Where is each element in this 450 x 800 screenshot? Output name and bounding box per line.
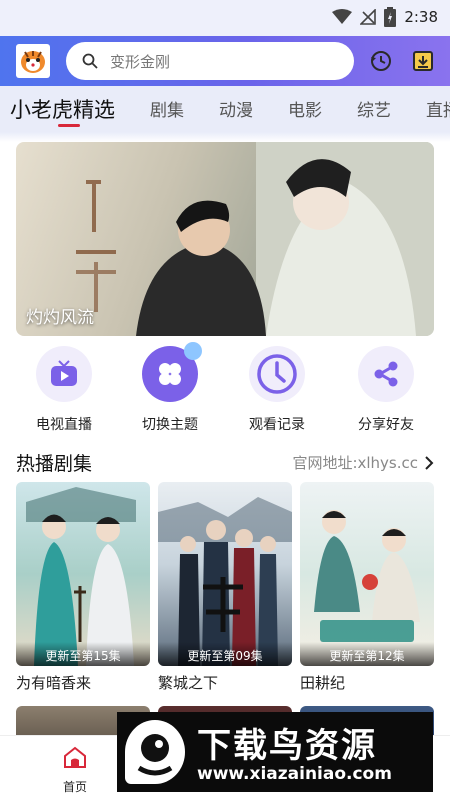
nav-home[interactable]: 首页: [50, 746, 100, 795]
tabs-fade: [0, 132, 450, 142]
battery-icon: [384, 7, 397, 27]
theme-badge-dot: [184, 342, 202, 360]
quick-action-tv-live[interactable]: 电视直播: [14, 346, 114, 434]
watermark-title: 下载鸟资源: [197, 726, 377, 766]
watermark-overlay: 下载鸟资源 www.xiazainiao.com: [117, 712, 433, 792]
tab-movies[interactable]: 电影: [288, 96, 322, 121]
banner-carousel[interactable]: 灼灼风流: [16, 142, 434, 336]
theme-clover-icon: [142, 342, 202, 402]
official-site-text: 官网地址:xlhys.cc: [292, 454, 418, 472]
tiger-logo-icon[interactable]: [16, 44, 50, 78]
poster-image: 更新至第09集: [158, 482, 292, 666]
drama-title: 为有暗香来: [16, 674, 92, 692]
no-signal-icon: [360, 9, 377, 25]
drama-card[interactable]: 更新至第09集 繁城之下: [158, 482, 292, 693]
chevron-right-icon: [425, 455, 434, 470]
watermark-url: www.xiazainiao.com: [197, 764, 392, 784]
active-tab-indicator: [58, 124, 80, 127]
drama-title: 繁城之下: [158, 674, 219, 692]
status-time: 2:38: [404, 8, 438, 26]
search-placeholder: 变形金刚: [110, 52, 171, 71]
tab-variety[interactable]: 综艺: [357, 96, 391, 121]
quick-action-label: 电视直播: [36, 417, 92, 433]
banner-caption: 灼灼风流: [26, 308, 94, 328]
episode-badge: 更新至第15集: [16, 642, 150, 666]
drama-title: 田耕纪: [300, 674, 346, 692]
status-bar: 2:38: [0, 0, 450, 36]
tab-live[interactable]: 直播: [426, 96, 450, 121]
bird-logo-icon: [125, 720, 185, 784]
quick-action-label: 分享好友: [358, 417, 414, 433]
nav-home-label: 首页: [62, 780, 87, 794]
status-icons: 2:38: [332, 6, 438, 28]
download-icon[interactable]: [410, 48, 436, 74]
poster-image: 更新至第12集: [300, 482, 434, 666]
search-input[interactable]: 变形金刚: [66, 42, 354, 80]
tab-anime[interactable]: 动漫: [219, 96, 253, 121]
clock-icon: [249, 346, 305, 402]
category-tabs: 小老虎精选 剧集 动漫 电影 综艺 直播: [0, 86, 450, 132]
quick-action-history[interactable]: 观看记录: [227, 346, 327, 434]
drama-card[interactable]: 更新至第12集 田耕纪: [300, 482, 434, 693]
poster-image: 更新至第15集: [16, 482, 150, 666]
wifi-icon: [332, 9, 353, 24]
official-site-link[interactable]: 官网地址:xlhys.cc: [292, 452, 434, 473]
quick-action-switch-theme[interactable]: 切换主题: [120, 342, 220, 434]
search-icon: [82, 53, 98, 69]
episode-badge: 更新至第09集: [158, 642, 292, 666]
tab-featured[interactable]: 小老虎精选: [10, 94, 115, 124]
history-clock-icon[interactable]: [368, 48, 394, 74]
quick-action-label: 观看记录: [249, 417, 305, 433]
episode-badge: 更新至第12集: [300, 642, 434, 666]
quick-action-label: 切换主题: [142, 417, 198, 433]
app-header: 变形金刚: [0, 36, 450, 86]
quick-action-share[interactable]: 分享好友: [336, 346, 436, 434]
tv-play-icon: [36, 346, 92, 402]
home-icon: [64, 746, 86, 768]
share-icon: [358, 346, 414, 402]
section-title: 热播剧集: [16, 453, 93, 475]
tab-series[interactable]: 剧集: [150, 96, 184, 121]
drama-card[interactable]: 更新至第15集 为有暗香来: [16, 482, 150, 693]
